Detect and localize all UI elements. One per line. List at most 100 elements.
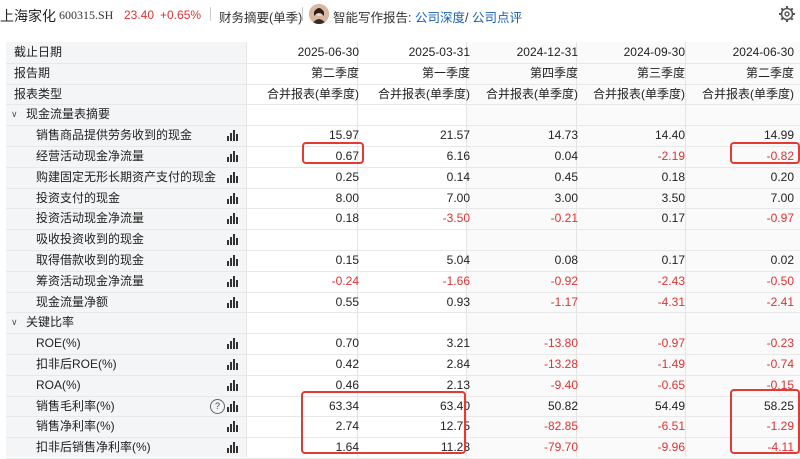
table-cell: -13.28 bbox=[543, 357, 578, 371]
table-cell: -0.21 bbox=[550, 211, 578, 226]
table-cell: 6.16 bbox=[446, 149, 470, 163]
bar-chart-icon[interactable] bbox=[227, 338, 239, 350]
bar-chart-icon[interactable] bbox=[227, 171, 239, 183]
bar-chart-icon[interactable] bbox=[227, 234, 239, 246]
row-label: 吸收投资收到的现金 bbox=[36, 232, 145, 247]
table-cell bbox=[370, 229, 470, 250]
table-cell: 0.18 bbox=[335, 211, 359, 226]
column-header: 合并报表(单季度) bbox=[702, 86, 794, 101]
column-header: 第一季度 bbox=[421, 65, 470, 80]
table-cell: -0.97 bbox=[657, 336, 685, 351]
row-label: 经营活动现金净流量 bbox=[36, 149, 145, 163]
table-cell: 7.00 bbox=[770, 190, 794, 205]
table-cell: -4.31 bbox=[657, 294, 685, 309]
bar-chart-icon[interactable] bbox=[227, 255, 239, 266]
bar-chart-icon[interactable] bbox=[227, 379, 239, 391]
highlight-box bbox=[301, 391, 466, 454]
table-cell: 2.84 bbox=[446, 357, 470, 371]
table-row: 取得借款收到的现金 0.15 5.04 0.08 0.17 0.02 bbox=[6, 250, 800, 272]
table-row: 投资活动现金净流量 0.18 -3.50 -0.21 0.17 -0.97 bbox=[6, 208, 800, 231]
bar-chart-icon[interactable] bbox=[227, 151, 239, 162]
table-cell: 50.82 bbox=[547, 398, 578, 413]
bar-chart-icon[interactable] bbox=[227, 400, 239, 412]
highlight-box bbox=[730, 142, 800, 164]
table-row: 筹资活动现金净流量 -0.24 -1.66 -0.92 -2.43 -0.50 bbox=[6, 271, 800, 293]
table-cell: -3.50 bbox=[442, 211, 470, 226]
table-cell: -2.41 bbox=[766, 294, 794, 309]
table-header-row: 报告期 第二季度 第一季度 第四季度 第三季度 第二季度 bbox=[6, 63, 800, 85]
table-cell: 0.70 bbox=[335, 336, 359, 351]
table-cell bbox=[585, 229, 685, 250]
row-label: 销售毛利率(%) bbox=[36, 398, 115, 413]
column-header: 合并报表(单季度) bbox=[267, 86, 359, 101]
column-header: 合并报表(单季度) bbox=[486, 86, 578, 101]
report-deep-link[interactable]: 公司深度 bbox=[415, 11, 465, 25]
bar-chart-icon[interactable] bbox=[227, 213, 239, 225]
table-cell: 5.04 bbox=[446, 253, 470, 267]
table-cell: -1.17 bbox=[550, 294, 578, 309]
header-label: 截止日期 bbox=[14, 45, 63, 59]
table-cell: -0.74 bbox=[766, 357, 794, 371]
bar-chart-icon[interactable] bbox=[227, 296, 239, 308]
stock-price: 23.40 bbox=[124, 8, 155, 22]
ai-report-bar: 智能写作报告: 公司深度/ 公司点评 bbox=[333, 7, 522, 26]
column-header: 第四季度 bbox=[529, 65, 578, 80]
top-bar: 上海家化 600315.SH 23.40 +0.65% 财务摘要(单季) 智能写… bbox=[0, 0, 800, 30]
table-header-row: 截止日期 2025-06-30 2025-03-31 2024-12-31 2024-0… bbox=[6, 42, 800, 64]
column-header: 2024-09-30 bbox=[623, 45, 685, 59]
row-label: 销售商品提供劳务收到的现金 bbox=[36, 128, 193, 143]
help-icon[interactable]: ? bbox=[210, 398, 225, 414]
bar-chart-icon[interactable] bbox=[227, 130, 239, 142]
bar-chart-icon[interactable] bbox=[227, 421, 239, 433]
stock-name: 上海家化 bbox=[0, 10, 56, 25]
bar-chart-icon[interactable] bbox=[227, 275, 239, 287]
chevron-down-icon[interactable]: ∨ bbox=[11, 104, 21, 125]
row-label: 取得借款收到的现金 bbox=[36, 253, 145, 267]
table-cell: -79.70 bbox=[543, 440, 578, 455]
table-cell: 14.40 bbox=[654, 128, 685, 143]
divider bbox=[302, 7, 303, 21]
column-header: 2024-06-30 bbox=[732, 45, 794, 59]
column-header: 2024-12-31 bbox=[516, 45, 578, 59]
gear-icon[interactable] bbox=[778, 5, 796, 23]
column-header: 合并报表(单季度) bbox=[593, 86, 685, 101]
table-row: 购建固定无形长期资产支付的现金 0.25 0.14 0.45 0.18 0.20 bbox=[6, 167, 800, 189]
column-header: 第二季度 bbox=[310, 65, 359, 80]
table-cell: -0.92 bbox=[550, 273, 578, 288]
table-cell: 0.02 bbox=[770, 253, 794, 267]
divider bbox=[210, 7, 211, 21]
table-cell: -0.97 bbox=[766, 211, 794, 226]
row-label: 购建固定无形长期资产支付的现金 bbox=[36, 169, 217, 184]
section-title: 关键比率 bbox=[26, 315, 75, 330]
bar-chart-icon[interactable] bbox=[227, 192, 239, 204]
row-label: 扣非后ROE(%) bbox=[36, 357, 117, 371]
table-cell: 0.17 bbox=[661, 253, 685, 267]
column-header: 第二季度 bbox=[745, 65, 794, 80]
table-cell: 3.21 bbox=[446, 336, 470, 351]
table-cell: -0.23 bbox=[766, 336, 794, 351]
stock-change: +0.65% bbox=[160, 8, 202, 22]
bar-chart-icon[interactable] bbox=[227, 442, 239, 454]
table-cell bbox=[259, 229, 359, 250]
chevron-down-icon[interactable]: ∨ bbox=[11, 312, 21, 333]
table-cell: -9.96 bbox=[657, 440, 685, 455]
table-cell: 0.45 bbox=[554, 169, 578, 184]
table-cell: 3.00 bbox=[554, 190, 578, 205]
header-label: 报告期 bbox=[14, 65, 51, 80]
table-cell: -6.51 bbox=[657, 419, 685, 434]
table-cell: 21.57 bbox=[439, 128, 470, 143]
table-cell: -1.49 bbox=[657, 357, 685, 371]
table-cell bbox=[478, 229, 578, 250]
table-cell: -13.80 bbox=[543, 336, 578, 351]
table-cell: -2.19 bbox=[657, 149, 685, 163]
column-header: 2025-03-31 bbox=[408, 45, 470, 59]
report-review-link[interactable]: 公司点评 bbox=[472, 11, 522, 25]
table-cell: -0.24 bbox=[331, 273, 359, 288]
summary-mode-label[interactable]: 财务摘要(单季) bbox=[219, 7, 302, 26]
table-row: 扣非后ROE(%) 0.42 2.84 -13.28 -1.49 -0.74 bbox=[6, 354, 800, 376]
header-label: 报表类型 bbox=[14, 86, 63, 101]
table-cell: 0.18 bbox=[661, 169, 685, 184]
table-cell: -0.50 bbox=[766, 273, 794, 288]
bar-chart-icon[interactable] bbox=[227, 359, 239, 370]
table-row: 吸收投资收到的现金 bbox=[6, 229, 800, 251]
